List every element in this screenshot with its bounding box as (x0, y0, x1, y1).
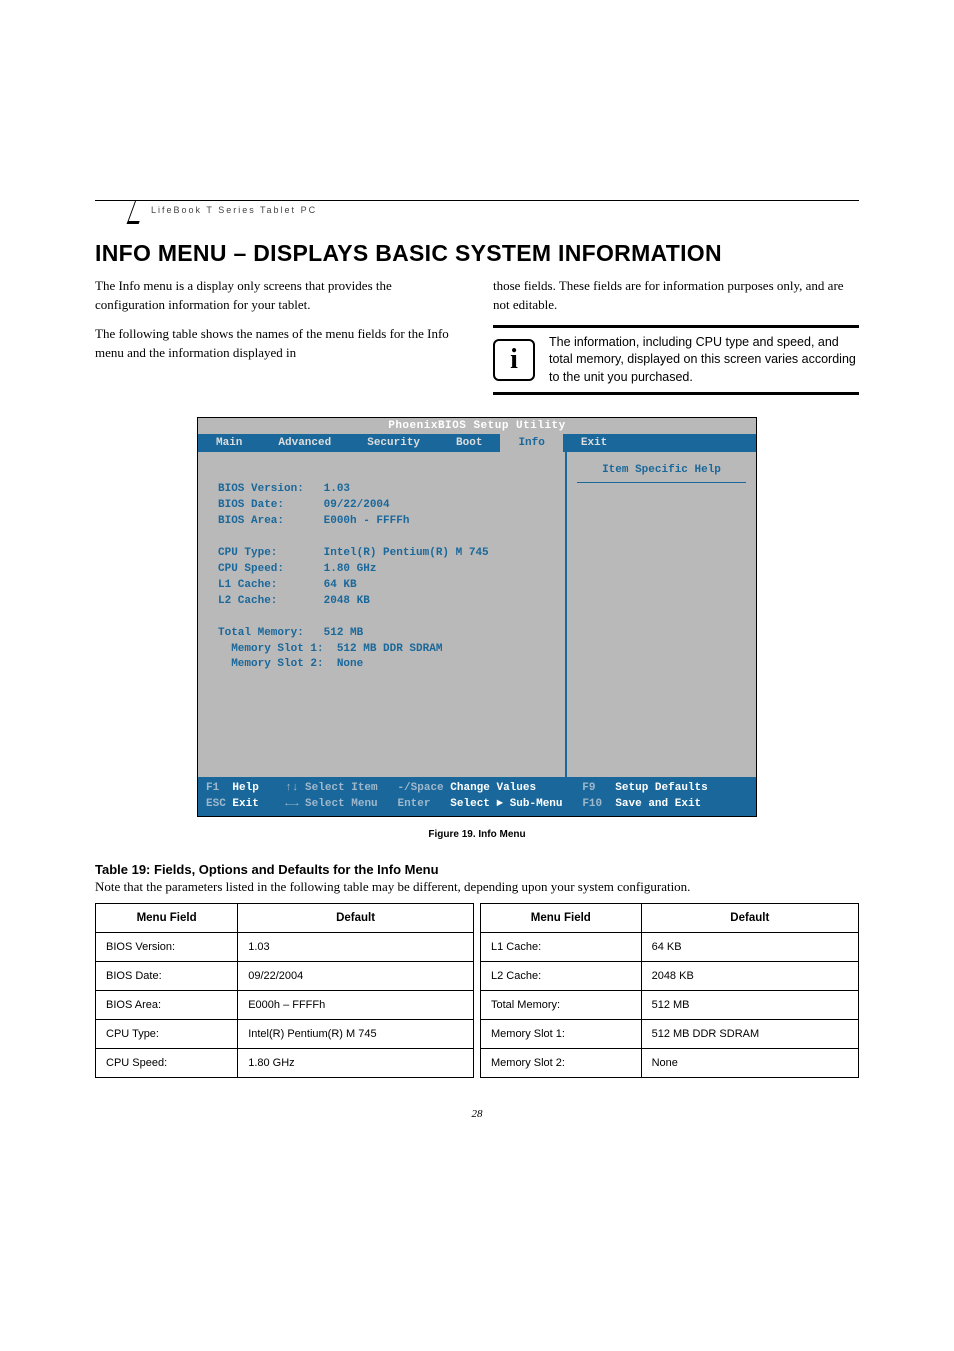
bios-tab-info: Info (500, 434, 562, 452)
bios-window: PhoenixBIOS Setup Utility Main Advanced … (197, 417, 757, 817)
bios-screenshot: PhoenixBIOS Setup Utility Main Advanced … (197, 417, 757, 840)
bios-tab-boot: Boot (438, 434, 500, 452)
note-text: The information, including CPU type and … (549, 334, 859, 387)
cell-menu-field: BIOS Date: (96, 961, 238, 990)
cell-menu-field: CPU Speed: (96, 1048, 238, 1077)
cell-menu-field: L2 Cache: (481, 961, 642, 990)
bios-body: BIOS Version: 1.03 BIOS Date: 09/22/2004… (198, 452, 756, 777)
intro-left-col: The Info menu is a display only screens … (95, 277, 461, 395)
table-title: Table 19: Fields, Options and Defaults f… (95, 862, 859, 877)
intro-paragraph-3: those fields. These fields are for infor… (493, 277, 859, 315)
bios-field-panel: BIOS Version: 1.03 BIOS Date: 09/22/2004… (198, 452, 566, 777)
header-rule: LifeBook T Series Tablet PC (95, 200, 859, 220)
table-row: BIOS Area:E000h – FFFFh (96, 990, 474, 1019)
bios-title-bar: PhoenixBIOS Setup Utility (198, 418, 756, 434)
cell-default: 1.03 (238, 932, 474, 961)
page-number: 28 (95, 1108, 859, 1120)
header-bracket-icon (127, 200, 148, 224)
cell-menu-field: Memory Slot 2: (481, 1048, 642, 1077)
bios-help-panel: Item Specific Help (566, 452, 756, 777)
bios-tab-main: Main (198, 434, 260, 452)
cell-menu-field: BIOS Area: (96, 990, 238, 1019)
intro-columns: The Info menu is a display only screens … (95, 277, 859, 395)
table-row: Memory Slot 1:512 MB DDR SDRAM (481, 1019, 859, 1048)
col-default: Default (238, 903, 474, 932)
cell-default: Intel(R) Pentium(R) M 745 (238, 1019, 474, 1048)
figure-caption: Figure 19. Info Menu (197, 829, 757, 840)
table-row: Total Memory:512 MB (481, 990, 859, 1019)
cell-default: 2048 KB (641, 961, 858, 990)
defaults-table-right: Menu Field Default L1 Cache:64 KBL2 Cach… (480, 903, 859, 1078)
table-header-row: Menu Field Default (96, 903, 474, 932)
table-row: L1 Cache:64 KB (481, 932, 859, 961)
cell-menu-field: Total Memory: (481, 990, 642, 1019)
table-header-row: Menu Field Default (481, 903, 859, 932)
bios-help-title: Item Specific Help (577, 464, 746, 483)
table-note: Note that the parameters listed in the f… (95, 879, 859, 895)
bios-footer-keys: F1 Help ↑↓ Select Item -/Space Change Va… (198, 777, 756, 816)
note-box: i The information, including CPU type an… (493, 325, 859, 396)
col-default: Default (641, 903, 858, 932)
table-row: Memory Slot 2:None (481, 1048, 859, 1077)
header-product-line: LifeBook T Series Tablet PC (151, 205, 317, 215)
cell-default: E000h – FFFFh (238, 990, 474, 1019)
bios-tab-exit: Exit (563, 434, 625, 452)
page-title: INFO MENU – DISPLAYS BASIC SYSTEM INFORM… (95, 240, 859, 267)
table-row: BIOS Version:1.03 (96, 932, 474, 961)
info-icon: i (493, 339, 535, 381)
intro-right-col: those fields. These fields are for infor… (493, 277, 859, 395)
table-row: CPU Speed:1.80 GHz (96, 1048, 474, 1077)
col-menu-field: Menu Field (96, 903, 238, 932)
bios-tab-advanced: Advanced (260, 434, 349, 452)
bios-tab-bar: Main Advanced Security Boot Info Exit (198, 434, 756, 452)
defaults-table-left: Menu Field Default BIOS Version:1.03BIOS… (95, 903, 474, 1078)
intro-paragraph-1: The Info menu is a display only screens … (95, 277, 461, 315)
intro-paragraph-2: The following table shows the names of t… (95, 325, 461, 363)
defaults-table-wrap: Menu Field Default BIOS Version:1.03BIOS… (95, 903, 859, 1078)
cell-default: 512 MB DDR SDRAM (641, 1019, 858, 1048)
table-row: BIOS Date:09/22/2004 (96, 961, 474, 990)
cell-menu-field: Memory Slot 1: (481, 1019, 642, 1048)
cell-default: 512 MB (641, 990, 858, 1019)
cell-default: 64 KB (641, 932, 858, 961)
bios-tab-security: Security (349, 434, 438, 452)
cell-default: None (641, 1048, 858, 1077)
cell-default: 1.80 GHz (238, 1048, 474, 1077)
document-page: LifeBook T Series Tablet PC INFO MENU – … (0, 0, 954, 1170)
cell-menu-field: CPU Type: (96, 1019, 238, 1048)
col-menu-field: Menu Field (481, 903, 642, 932)
table-row: L2 Cache:2048 KB (481, 961, 859, 990)
cell-menu-field: BIOS Version: (96, 932, 238, 961)
cell-default: 09/22/2004 (238, 961, 474, 990)
cell-menu-field: L1 Cache: (481, 932, 642, 961)
table-row: CPU Type:Intel(R) Pentium(R) M 745 (96, 1019, 474, 1048)
